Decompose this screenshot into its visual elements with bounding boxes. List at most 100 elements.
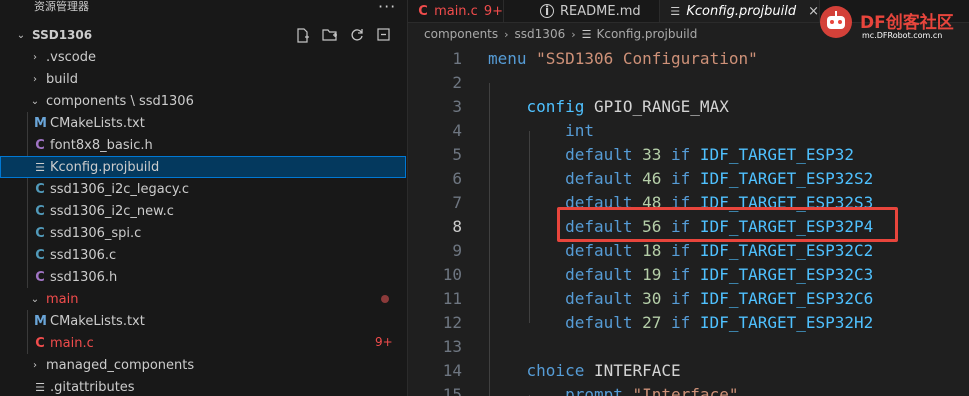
tree-item-label: main xyxy=(46,291,79,307)
project-actions xyxy=(295,27,392,43)
tree-item-label: Kconfig.projbuild xyxy=(50,159,160,175)
code-line[interactable]: 2 xyxy=(408,71,969,95)
tree-file-i2c-legacy[interactable]: C ssd1306_i2c_legacy.c xyxy=(0,178,406,200)
tree-item-label: build xyxy=(46,71,78,87)
tree-file-main-cmakelists[interactable]: M CMakeLists.txt xyxy=(0,310,406,332)
tree-file-gitattributes[interactable]: ☰ .gitattributes xyxy=(0,376,406,396)
explorer-title: 资源管理器 xyxy=(34,0,89,13)
code-token: config xyxy=(488,97,594,116)
project-header[interactable]: ⌄ SSD1306 xyxy=(14,24,406,46)
tree-item-label: ssd1306_i2c_new.c xyxy=(50,203,174,219)
code-line[interactable]: 11 default 30 if IDF_TARGET_ESP32C6 xyxy=(408,287,969,311)
tree-folder-main[interactable]: ⌄ main xyxy=(0,288,406,310)
code-line[interactable]: 10 default 19 if IDF_TARGET_ESP32C3 xyxy=(408,263,969,287)
code-token: 46 xyxy=(642,169,662,188)
code-token: "SSD1306 Configuration" xyxy=(536,49,758,68)
tree-file-kconfig[interactable]: ☰ Kconfig.projbuild xyxy=(0,156,406,178)
code-text: menu "SSD1306 Configuration" xyxy=(488,47,758,71)
code-token: 33 xyxy=(642,145,662,164)
tree-file-i2c-new[interactable]: C ssd1306_i2c_new.c xyxy=(0,200,406,222)
line-number: 6 xyxy=(452,169,462,188)
code-token: if xyxy=(661,145,700,164)
breadcrumb-item[interactable]: ssd1306 xyxy=(515,27,566,41)
tree-file-cmakelists[interactable]: M CMakeLists.txt xyxy=(0,112,406,134)
code-line[interactable]: 14 choice INTERFACE xyxy=(408,359,969,383)
code-line[interactable]: 5 default 33 if IDF_TARGET_ESP32 xyxy=(408,143,969,167)
code-text: default 19 if IDF_TARGET_ESP32C3 xyxy=(488,263,873,287)
code-line[interactable]: 13 xyxy=(408,335,969,359)
code-token: default xyxy=(488,289,643,308)
new-folder-icon[interactable] xyxy=(322,27,338,43)
refresh-icon[interactable] xyxy=(349,27,365,43)
line-number: 3 xyxy=(452,97,462,116)
line-number: 10 xyxy=(442,265,462,284)
code-line[interactable]: 9 default 18 if IDF_TARGET_ESP32C2 xyxy=(408,239,969,263)
tab-main-c[interactable]: C main.c 9+ xyxy=(408,0,504,22)
watermark: DF创客社区 mc.DFRobot.com.cn xyxy=(818,2,969,46)
line-number: 5 xyxy=(452,145,462,164)
code-token: IDF_TARGET_ESP32C6 xyxy=(699,289,874,308)
settings-file-icon: ☰ xyxy=(35,380,45,394)
code-text: default 33 if IDF_TARGET_ESP32 xyxy=(488,143,854,167)
code-token: if xyxy=(661,265,700,284)
info-icon: i xyxy=(540,4,554,18)
line-number: 15 xyxy=(442,385,462,396)
code-text: config GPIO_RANGE_MAX xyxy=(488,95,729,119)
code-line[interactable]: 12 default 27 if IDF_TARGET_ESP32H2 xyxy=(408,311,969,335)
breadcrumb-item[interactable]: Kconfig.projbuild xyxy=(597,27,698,41)
code-text: default 27 if IDF_TARGET_ESP32H2 xyxy=(488,311,873,335)
line-number: 9 xyxy=(452,241,462,260)
breadcrumb-item[interactable]: components xyxy=(424,27,498,41)
code-token: IDF_TARGET_ESP32C3 xyxy=(699,265,874,284)
tab-problems-count: 9+ xyxy=(483,3,503,19)
cmake-file-icon: M xyxy=(34,115,47,131)
tab-readme[interactable]: i README.md xyxy=(504,0,660,22)
line-number: 13 xyxy=(442,337,462,356)
code-line[interactable]: 3 config GPIO_RANGE_MAX xyxy=(408,95,969,119)
code-token: IDF_TARGET_ESP32S2 xyxy=(699,169,874,188)
tab-kconfig[interactable]: ☰ Kconfig.projbuild × xyxy=(660,0,820,22)
robot-logo-icon xyxy=(820,6,852,38)
code-token: if xyxy=(661,313,700,332)
tree-file-font8x8[interactable]: C font8x8_basic.h xyxy=(0,134,406,156)
tree-file-ssd1306-h[interactable]: C ssd1306.h xyxy=(0,266,406,288)
collapse-all-icon[interactable] xyxy=(376,27,392,43)
code-token: IDF_TARGET_ESP32H2 xyxy=(699,313,874,332)
tree-folder-build[interactable]: › build xyxy=(0,68,406,90)
code-line[interactable]: 15 prompt "Interface" xyxy=(408,383,969,396)
tree-file-spi[interactable]: C ssd1306_spi.c xyxy=(0,222,406,244)
tree-folder-vscode[interactable]: › .vscode xyxy=(0,46,406,68)
c-header-file-icon: C xyxy=(35,269,45,285)
code-line[interactable]: 6 default 46 if IDF_TARGET_ESP32S2 xyxy=(408,167,969,191)
line-number: 12 xyxy=(442,313,462,332)
code-token: 18 xyxy=(642,241,662,260)
code-line[interactable]: 1 menu "SSD1306 Configuration" xyxy=(408,47,969,71)
tree-folder-managed-components[interactable]: › managed_components xyxy=(0,354,406,376)
explorer-panel: 资源管理器 ··· ⌄ SSD1306 › .vscode › build ⌄ … xyxy=(0,0,408,396)
code-token: GPIO_RANGE_MAX xyxy=(593,97,729,116)
tree-folder-components[interactable]: ⌄ components \ ssd1306 xyxy=(0,90,406,112)
code-line[interactable]: 4 int xyxy=(408,119,969,143)
new-file-icon[interactable] xyxy=(295,27,311,43)
line-number: 7 xyxy=(452,193,462,212)
modified-dot-icon xyxy=(381,295,389,303)
settings-file-icon: ☰ xyxy=(581,27,592,41)
code-text: prompt "Interface" xyxy=(488,383,738,396)
tree-item-label: CMakeLists.txt xyxy=(50,115,145,131)
code-text: int xyxy=(488,119,594,143)
tree-file-ssd1306-c[interactable]: C ssd1306.c xyxy=(0,244,406,266)
tab-label: Kconfig.projbuild xyxy=(686,3,797,19)
tree-file-main-c[interactable]: C main.c xyxy=(0,332,406,354)
indent-guide xyxy=(489,83,490,396)
tree-item-label: ssd1306.c xyxy=(50,247,117,263)
highlight-annotation-box xyxy=(557,207,898,242)
c-file-icon: C xyxy=(35,181,45,197)
tree-item-label: CMakeLists.txt xyxy=(50,313,145,329)
editor-area: C main.c 9+ i README.md ☰ Kconfig.projbu… xyxy=(408,0,969,396)
code-text: default 30 if IDF_TARGET_ESP32C6 xyxy=(488,287,873,311)
tab-label: README.md xyxy=(560,3,641,19)
code-token: 27 xyxy=(642,313,662,332)
c-file-icon: C xyxy=(35,225,45,241)
more-actions-icon[interactable]: ··· xyxy=(378,0,396,16)
tree-item-label: .vscode xyxy=(46,49,96,65)
